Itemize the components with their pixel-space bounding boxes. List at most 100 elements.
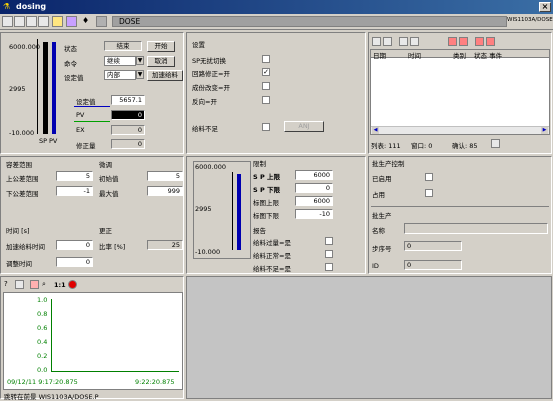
toolbar-button-2[interactable] (14, 16, 25, 27)
y-tick-0.0: 0.0 (37, 366, 48, 374)
accel-time-label: 加速给料时间 (6, 243, 45, 251)
sp-high-field[interactable]: 6000 (295, 170, 333, 180)
event-list[interactable]: 日期 时间 类别 状态 事件 ◀ ▶ (370, 49, 550, 135)
time-title: 时间 [s] (6, 227, 30, 235)
accel-time-field[interactable]: 0 (56, 240, 93, 250)
report-overfeed-checkbox[interactable] (325, 237, 333, 245)
correction-field: 0 (111, 139, 145, 149)
col-time[interactable]: 时间 (408, 50, 421, 60)
limits-gauge: 6000.000 2995 -10.000 (193, 161, 251, 259)
setting-checkbox-loop-correction[interactable]: ✓ (262, 68, 270, 76)
event-toolbar-3[interactable] (399, 37, 408, 46)
status-panel: 6000.000 2995 -10.000 SP PV 状态 结束 开始 命令 … (0, 32, 184, 154)
event-confirm-count: 确认: 85 (452, 142, 478, 150)
setvalue-source-select[interactable]: 内部 (104, 70, 136, 80)
event-toolbar-6[interactable] (448, 37, 457, 46)
gauge-top-label: 6000.000 (9, 43, 41, 51)
report-underfeed-checkbox[interactable] (325, 263, 333, 271)
col-status-event[interactable]: 状态 事件 (474, 50, 502, 60)
chevron-down-icon[interactable]: ▼ (136, 70, 144, 79)
max-value-field[interactable]: 999 (147, 186, 183, 196)
underfeed-checkbox[interactable] (262, 123, 270, 131)
lower-tolerance-field[interactable]: -1 (56, 186, 93, 196)
event-list-header: 日期 时间 类别 状态 事件 (371, 50, 549, 60)
chevron-down-icon[interactable]: ▼ (136, 56, 144, 65)
command-select[interactable]: 继续 (104, 56, 136, 66)
upper-tolerance-field[interactable]: 5 (56, 171, 93, 181)
start-button[interactable]: 开始 (147, 41, 175, 52)
enabled-checkbox[interactable] (425, 173, 433, 181)
underfeed-label: 给料不足 (192, 125, 218, 133)
event-toolbar-4[interactable] (410, 37, 419, 46)
batch-title: 批生产 (372, 212, 392, 220)
setting-checkbox-reverse[interactable] (262, 96, 270, 104)
accel-feed-button[interactable]: 加速给料 (147, 70, 183, 81)
step-number-label: 步序号 (372, 245, 392, 253)
underfeed-ack-button[interactable]: ANJ (284, 121, 324, 132)
production-panel: 批生产控制 已启用 占用 批生产 名称 步序号 0 ID 0 (368, 156, 552, 274)
window-title-text: dosing (16, 2, 47, 11)
limits-bar (237, 174, 241, 250)
batch-control-title: 批生产控制 (372, 160, 405, 168)
sp-low-field[interactable]: 0 (295, 183, 333, 193)
col-date[interactable]: 日期 (373, 50, 386, 60)
toolbar-button-3[interactable] (26, 16, 37, 27)
cancel-button[interactable]: 取消 (147, 56, 175, 67)
scale-high-field[interactable]: 6000 (295, 196, 333, 206)
lock-icon[interactable] (52, 16, 63, 27)
trend-chart[interactable]: 1.0 0.8 0.6 0.4 0.2 0.0 09/12/11 9:17:20… (3, 292, 183, 390)
occupied-checkbox[interactable] (425, 189, 433, 197)
grid-icon[interactable] (96, 16, 107, 27)
state-value: 结束 (104, 41, 142, 51)
print-icon[interactable] (15, 280, 24, 289)
state-label: 状态 (64, 45, 77, 53)
ratio-field: 25 (147, 240, 183, 250)
setting-checkbox-composition-change[interactable] (262, 82, 270, 90)
toolbar-button-1[interactable] (2, 16, 13, 27)
setting-checkbox-sp-bumpless[interactable] (262, 55, 270, 63)
zoom-icon[interactable]: ⌕ (42, 280, 51, 289)
setpoint-field[interactable]: 5657.1 (111, 95, 145, 105)
sp-high-label: S P 上限 (253, 173, 280, 181)
event-toolbar-1[interactable] (372, 37, 381, 46)
y-tick-0.8: 0.8 (37, 310, 48, 318)
toolbar-button-4[interactable] (38, 16, 49, 27)
horizontal-scrollbar[interactable]: ◀ ▶ (371, 126, 549, 134)
scroll-right-icon[interactable]: ▶ (541, 127, 548, 134)
col-category[interactable]: 类别 (453, 50, 466, 60)
event-toolbar-5[interactable] (425, 37, 434, 46)
ex-field: 0 (111, 125, 145, 135)
event-toolbar-8[interactable] (475, 37, 484, 46)
sp-bar (43, 42, 48, 134)
event-settings-button[interactable] (491, 139, 500, 148)
report-normal-label: 给料正常=是 (253, 252, 291, 260)
correction-label: 修正量 (76, 142, 96, 150)
close-button[interactable]: × (539, 2, 551, 12)
trend-tool-icon[interactable] (30, 280, 39, 289)
event-list-count: 列表: 111 (371, 142, 401, 150)
initial-value-field[interactable]: 5 (147, 171, 183, 181)
ex-label: EX (76, 126, 85, 134)
enabled-label: 已启用 (372, 175, 392, 183)
toolbar: ♦ DOSE WIS1103A/DOSE (0, 14, 553, 30)
pv-bar (52, 42, 56, 134)
pin-icon[interactable]: ♦ (82, 16, 93, 27)
stop-icon[interactable] (68, 280, 77, 289)
adjust-time-field[interactable]: 0 (56, 257, 93, 267)
event-toolbar-2[interactable] (383, 37, 392, 46)
scroll-left-icon[interactable]: ◀ (372, 127, 379, 134)
lower-tolerance-label: 下公差范围 (6, 190, 39, 198)
zoom-ratio[interactable]: 1:1 (54, 281, 66, 289)
event-window-count: 窗口: 0 (411, 142, 433, 150)
event-toolbar-9[interactable] (486, 37, 495, 46)
edit-icon[interactable] (66, 16, 77, 27)
scale-low-field[interactable]: -10 (295, 209, 333, 219)
y-tick-0.2: 0.2 (37, 352, 48, 360)
tolerance-panel: 容差范围 上公差范围 5 下公差范围 -1 微调 初始值 5 最大值 999 时… (0, 156, 184, 274)
y-axis (51, 299, 52, 371)
event-toolbar-7[interactable] (459, 37, 468, 46)
help-icon[interactable]: ? (4, 280, 13, 289)
report-title: 报告 (253, 227, 266, 235)
report-normal-checkbox[interactable] (325, 250, 333, 258)
setting-label-loop-correction: 回路修正=开 (192, 70, 230, 78)
